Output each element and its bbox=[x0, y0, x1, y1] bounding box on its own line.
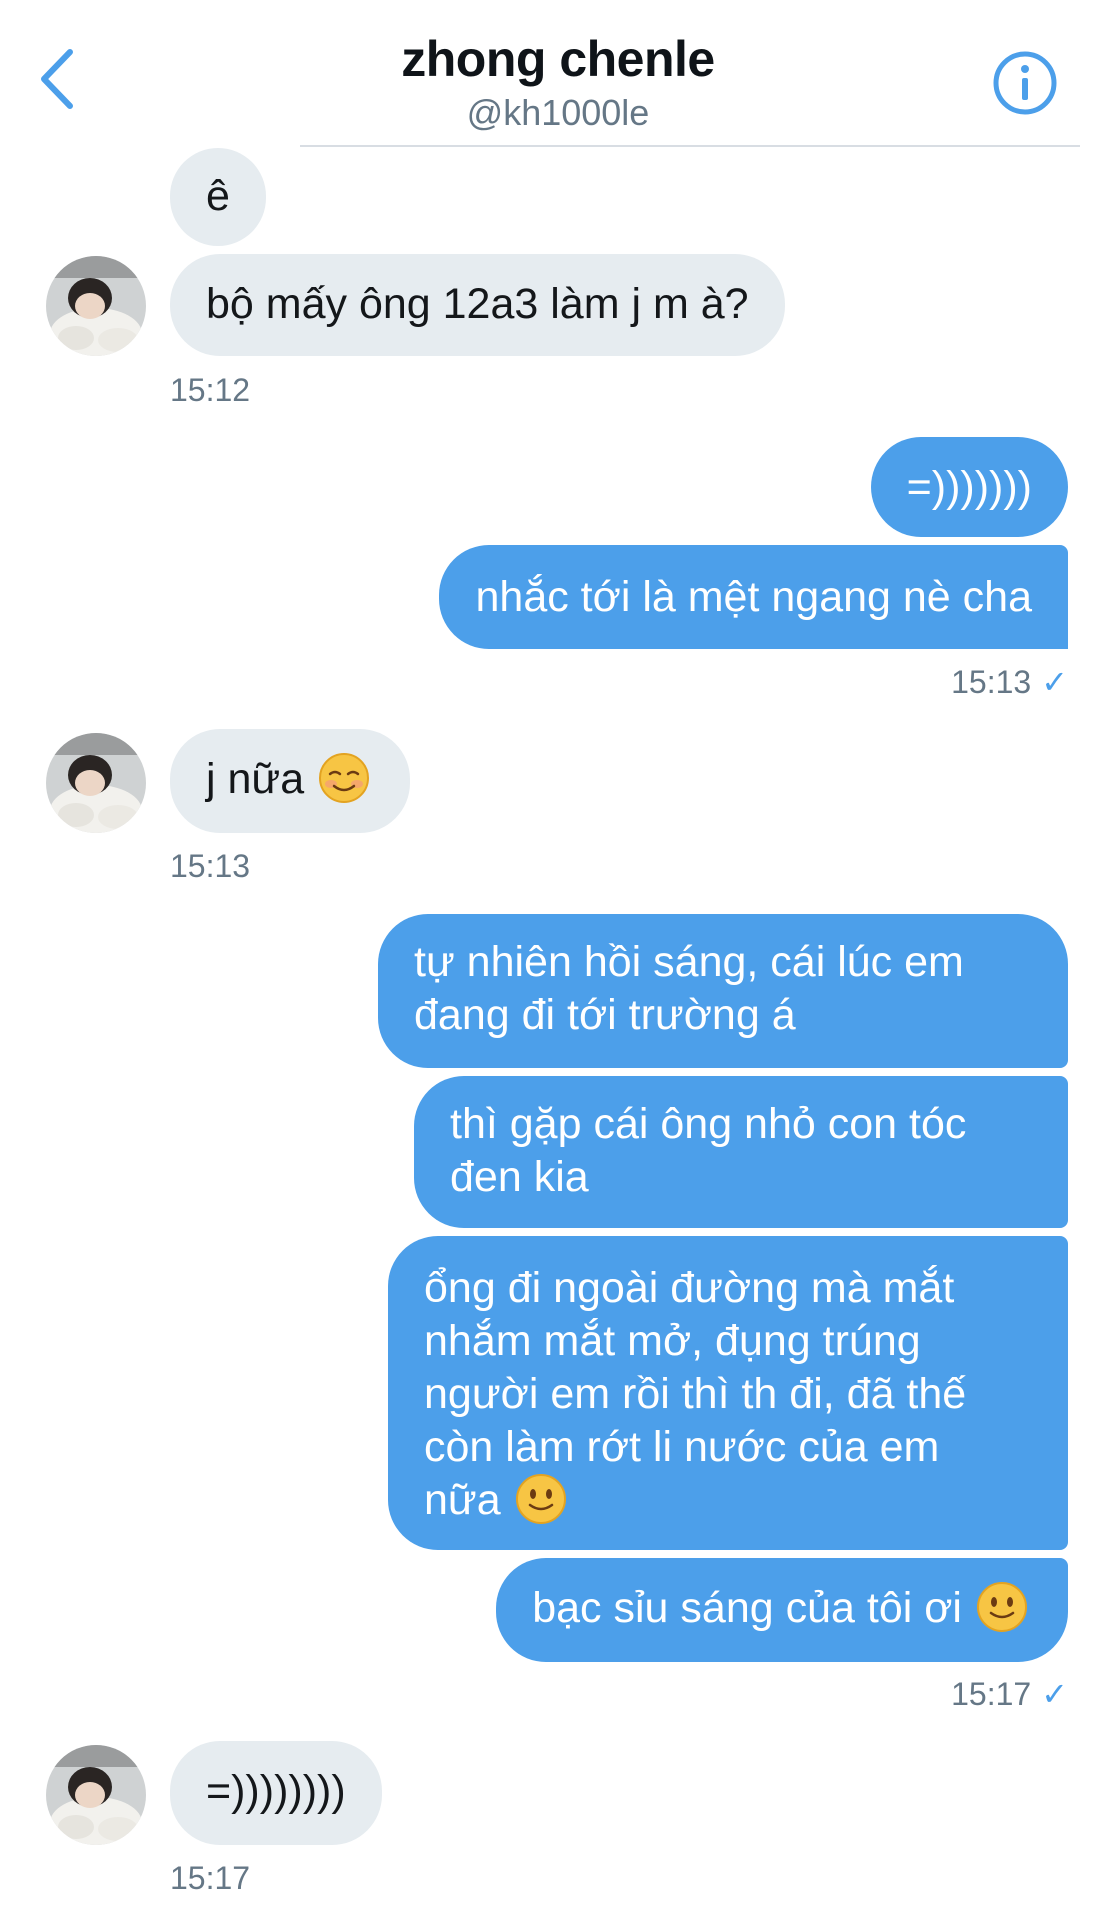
slightly-smiling-face-icon bbox=[515, 1473, 566, 1524]
checkmark-icon: ✓ bbox=[1041, 1676, 1068, 1712]
avatar-image bbox=[46, 1745, 146, 1845]
message-timestamp: 15:17 ✓ bbox=[951, 1675, 1068, 1713]
message-text: bộ mấy ông 12a3 làm j m à? bbox=[206, 280, 749, 328]
message-timestamp: 15:13 ✓ bbox=[951, 663, 1068, 701]
message-timestamp: 15:13 bbox=[170, 848, 250, 885]
avatar-image bbox=[46, 256, 146, 356]
message-timestamp: 15:12 bbox=[170, 372, 250, 409]
contact-avatar[interactable] bbox=[46, 733, 146, 833]
contact-name[interactable]: zhong chenle bbox=[0, 30, 1116, 88]
header-divider bbox=[300, 145, 1080, 147]
outgoing-message-bubble[interactable]: bạc sỉu sáng của tôi ơi bbox=[496, 1558, 1068, 1662]
timestamp-text: 15:17 bbox=[951, 1676, 1032, 1712]
info-button[interactable] bbox=[992, 50, 1058, 116]
outgoing-message-bubble[interactable]: ổng đi ngoài đường mà mắt nhắm mắt mở, đ… bbox=[388, 1236, 1068, 1550]
outgoing-message-bubble[interactable]: nhắc tới là mệt ngang nè cha bbox=[439, 545, 1068, 649]
message-text: tự nhiên hồi sáng, cái lúc em đang đi tớ… bbox=[414, 938, 964, 1039]
message-text: bạc sỉu sáng của tôi ơi bbox=[532, 1584, 962, 1632]
contact-avatar[interactable] bbox=[46, 1745, 146, 1845]
message-text: =)))))))) bbox=[206, 1767, 346, 1815]
timestamp-text: 15:13 bbox=[170, 848, 251, 884]
message-text: ê bbox=[206, 172, 230, 220]
outgoing-message-bubble[interactable]: tự nhiên hồi sáng, cái lúc em đang đi tớ… bbox=[378, 914, 1068, 1068]
checkmark-icon: ✓ bbox=[1041, 664, 1068, 700]
message-text: j nữa bbox=[206, 755, 305, 803]
incoming-message-bubble[interactable]: ê bbox=[170, 148, 266, 246]
outgoing-message-bubble[interactable]: =))))))) bbox=[870, 437, 1068, 537]
slightly-smiling-face-icon bbox=[977, 1581, 1027, 1632]
contact-avatar[interactable] bbox=[46, 256, 146, 356]
message-text: nhắc tới là mệt ngang nè cha bbox=[475, 573, 1032, 621]
incoming-message-bubble[interactable]: =)))))))) bbox=[170, 1741, 382, 1845]
info-icon bbox=[993, 51, 1057, 115]
incoming-message-bubble[interactable]: bộ mấy ông 12a3 làm j m à? bbox=[170, 254, 785, 356]
smiling-face-icon bbox=[319, 752, 370, 803]
message-timestamp: 15:17 bbox=[170, 1860, 250, 1897]
avatar-image bbox=[46, 733, 146, 833]
timestamp-text: 15:12 bbox=[170, 372, 251, 408]
contact-handle[interactable]: @kh1000le bbox=[0, 92, 1116, 134]
outgoing-message-bubble[interactable]: thì gặp cái ông nhỏ con tóc đen kia bbox=[414, 1076, 1068, 1228]
conversation-header: zhong chenle @kh1000le bbox=[0, 0, 1116, 147]
timestamp-text: 15:13 bbox=[951, 664, 1032, 700]
message-text: =))))))) bbox=[906, 463, 1032, 511]
timestamp-text: 15:17 bbox=[170, 1860, 251, 1896]
incoming-message-bubble[interactable]: j nữa bbox=[170, 729, 411, 833]
message-text: thì gặp cái ông nhỏ con tóc đen kia bbox=[450, 1100, 967, 1201]
message-text: ổng đi ngoài đường mà mắt nhắm mắt mở, đ… bbox=[424, 1264, 967, 1524]
